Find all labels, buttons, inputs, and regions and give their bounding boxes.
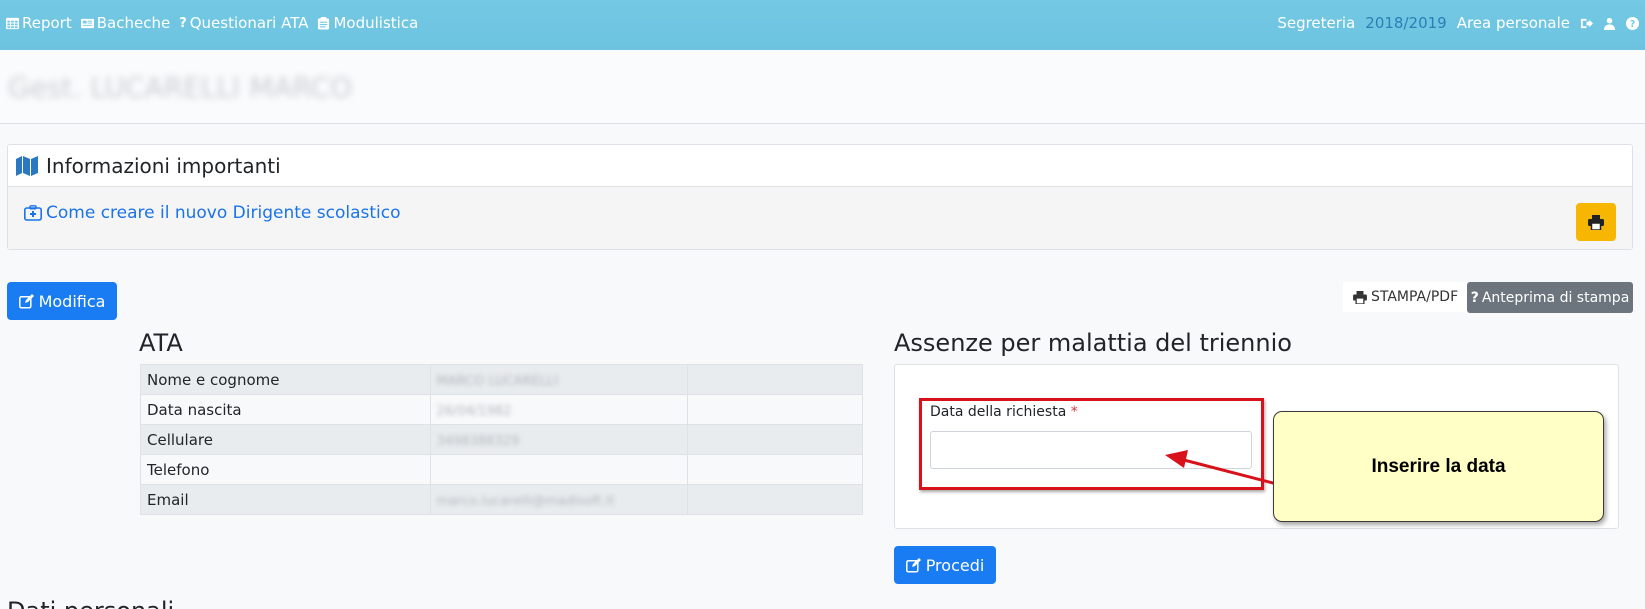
table-row: Email marco.lucarelli@madisoft.it [140, 484, 863, 515]
nav-report[interactable]: Report [6, 14, 72, 32]
ata-title: ATA [139, 329, 183, 357]
nav-bacheche-label: Bacheche [96, 14, 171, 32]
data-richiesta-label-text: Data della richiesta [930, 404, 1067, 420]
table-row: Cellulare 3498388329 [140, 424, 863, 455]
nav-area-personale[interactable]: Area personale [1457, 14, 1570, 32]
nav-segreteria[interactable]: Segreteria [1277, 14, 1355, 32]
data-richiesta-label: Data della richiesta * [930, 404, 1078, 420]
row-label: Telefono [140, 454, 431, 485]
stampa-pdf-button[interactable]: STAMPA/PDF [1343, 282, 1469, 312]
required-mark: * [1070, 404, 1078, 420]
row-value: marco.lucarelli@madisoft.it [429, 484, 689, 515]
nav-right: Segreteria 2018/2019 Area personale ? [1277, 14, 1639, 32]
info-link-label: Come creare il nuovo Dirigente scolastic… [46, 203, 401, 223]
annotation-callout: Inserire la data [1273, 411, 1604, 522]
row-label: Data nascita [140, 394, 431, 425]
print-icon [1353, 290, 1367, 304]
user-icon[interactable] [1603, 17, 1616, 30]
anteprima-label: Anteprima di stampa [1481, 289, 1630, 306]
row-value-text: marco.lucarelli@madisoft.it [436, 493, 615, 509]
logout-icon[interactable] [1580, 17, 1593, 30]
ata-table: Nome e cognome MARCO LUCARELLI Data nasc… [140, 364, 863, 515]
row-empty [687, 484, 863, 515]
question-icon: ? [1470, 289, 1479, 306]
top-navbar: Report Bacheche ? Questionari ATA Moduli… [0, 0, 1645, 50]
table-row: Telefono [140, 454, 863, 485]
assenze-title: Assenze per malattia del triennio [894, 329, 1292, 357]
row-empty [687, 394, 863, 425]
nav-modulistica-label: Modulistica [333, 14, 419, 32]
row-label: Cellulare [140, 424, 431, 455]
nav-questionari-label: Questionari ATA [189, 14, 309, 32]
page-header: Gest. LUCARELLI MARCO [0, 50, 1645, 124]
info-card-header: Informazioni importanti [8, 145, 1632, 187]
edit-icon [18, 293, 34, 309]
print-icon [1588, 214, 1604, 230]
nav-left: Report Bacheche ? Questionari ATA Moduli… [6, 14, 418, 32]
map-icon [16, 155, 38, 176]
row-label: Nome e cognome [140, 364, 431, 395]
nav-report-label: Report [22, 14, 72, 32]
newspaper-icon [80, 18, 94, 28]
anteprima-button[interactable]: ? Anteprima di stampa [1467, 282, 1633, 313]
clipboard-icon [318, 16, 330, 30]
row-value [429, 454, 689, 485]
row-value-text: 3498388329 [436, 433, 520, 449]
print-button[interactable] [1576, 203, 1616, 241]
table-icon [6, 17, 19, 29]
row-value: 26/04/1982 [429, 394, 689, 425]
row-empty [687, 424, 863, 455]
procedi-button[interactable]: Procedi [894, 546, 996, 584]
procedi-label: Procedi [925, 555, 985, 575]
row-value: 3498388329 [429, 424, 689, 455]
help-icon[interactable]: ? [1626, 16, 1639, 30]
next-section-title: Dati personali [7, 597, 174, 609]
page-title: Gest. LUCARELLI MARCO [8, 71, 353, 104]
nav-questionari[interactable]: ? Questionari ATA [179, 14, 308, 32]
modifica-button[interactable]: Modifica [7, 282, 117, 320]
row-empty [687, 454, 863, 485]
edit-icon [905, 557, 921, 573]
question-icon: ? [179, 15, 187, 31]
info-card: Informazioni importanti Come creare il n… [7, 144, 1633, 250]
table-row: Nome e cognome MARCO LUCARELLI [140, 364, 863, 395]
row-value: MARCO LUCARELLI [429, 364, 689, 395]
info-link[interactable]: Come creare il nuovo Dirigente scolastic… [24, 203, 401, 223]
nav-bacheche[interactable]: Bacheche [80, 14, 171, 32]
stampa-label: STAMPA/PDF [1371, 289, 1459, 305]
nav-modulistica[interactable]: Modulistica [317, 14, 418, 32]
modifica-label: Modifica [38, 291, 106, 311]
svg-text:?: ? [1630, 19, 1635, 30]
row-value-text: MARCO LUCARELLI [436, 373, 559, 389]
table-row: Data nascita 26/04/1982 [140, 394, 863, 425]
nav-year[interactable]: 2018/2019 [1365, 14, 1446, 32]
row-value-text: 26/04/1982 [436, 403, 512, 419]
row-empty [687, 364, 863, 395]
info-card-body: Come creare il nuovo Dirigente scolastic… [8, 187, 1632, 249]
data-richiesta-input[interactable] [930, 431, 1252, 469]
info-heading: Informazioni importanti [46, 153, 281, 178]
row-label: Email [140, 484, 431, 515]
medkit-icon [24, 205, 42, 221]
